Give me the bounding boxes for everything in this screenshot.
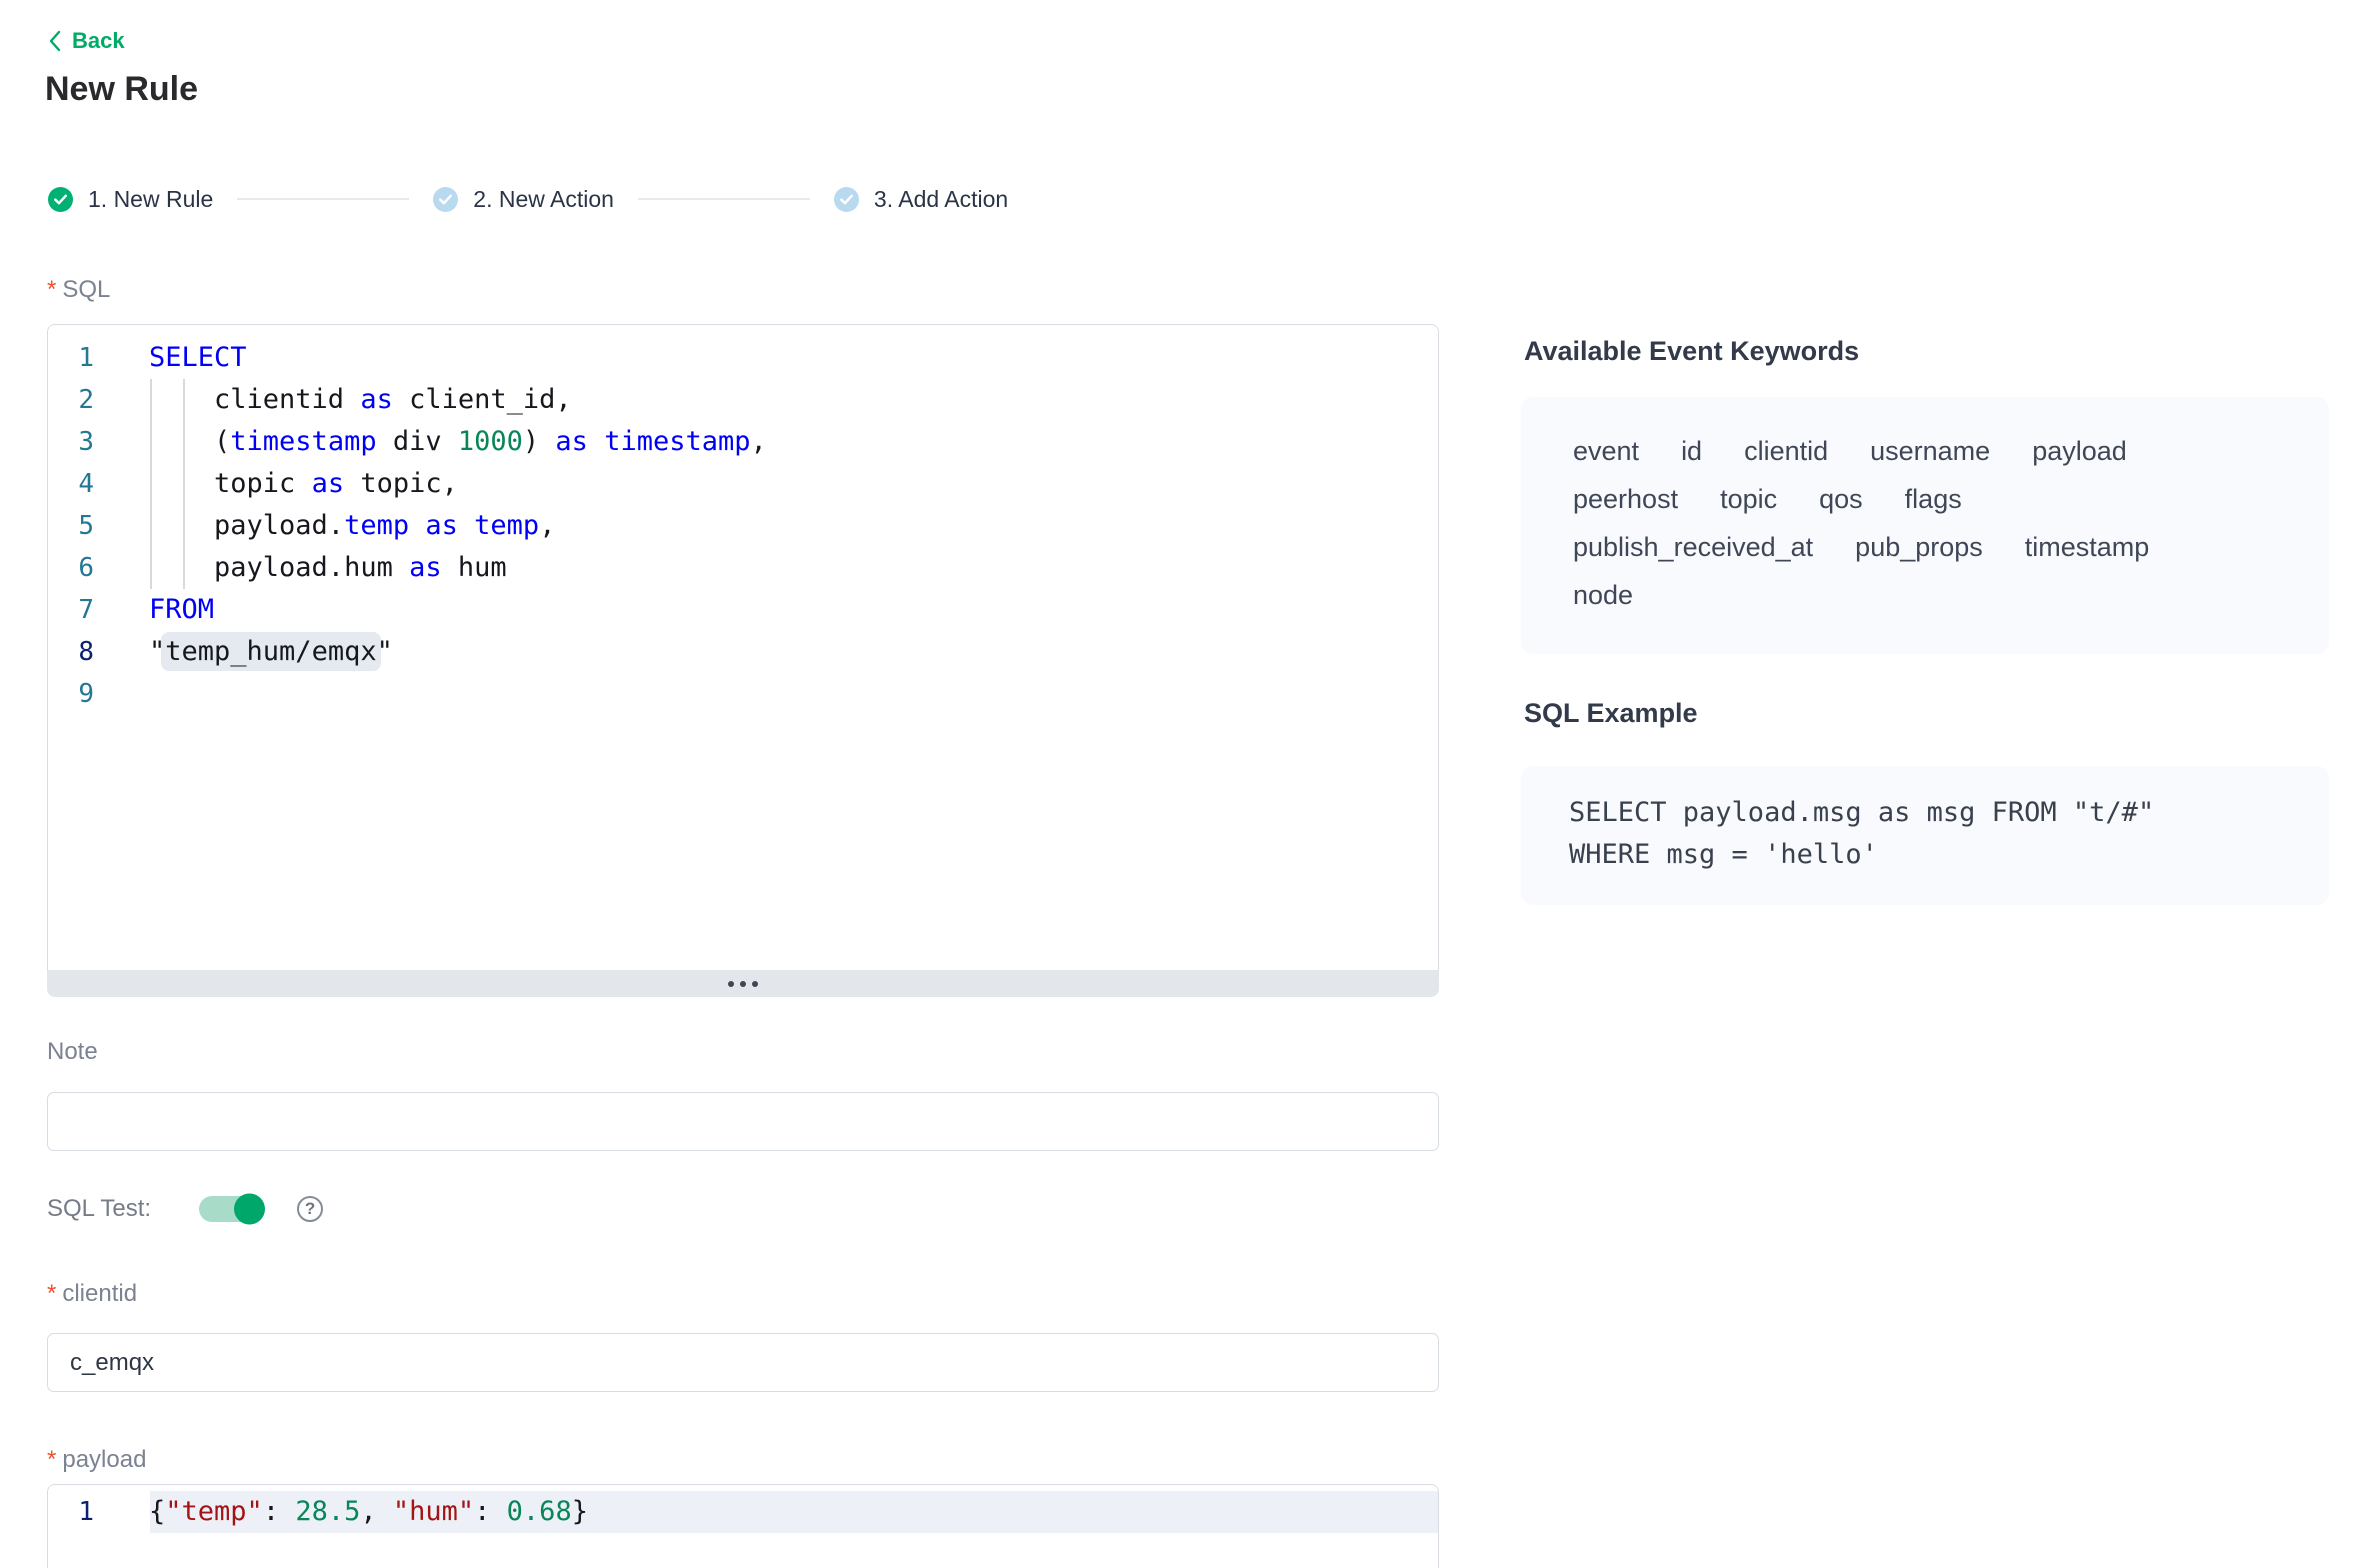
clientid-input[interactable]: c_emqx	[47, 1333, 1439, 1392]
step-label: 3. Add Action	[874, 186, 1008, 213]
event-keyword: pub_props	[1855, 523, 1983, 571]
sql-test-row: SQL Test: ?	[47, 1192, 323, 1226]
event-keyword: flags	[1905, 475, 1962, 523]
line-number: 1	[48, 337, 94, 379]
event-keyword: payload	[2032, 427, 2127, 475]
sql-example-line: WHERE msg = 'hello'	[1569, 834, 2289, 876]
required-mark: *	[47, 1446, 56, 1473]
chevron-left-icon	[47, 29, 62, 53]
help-icon[interactable]: ?	[297, 1196, 323, 1222]
step-item[interactable]: 2. New Action	[433, 186, 614, 213]
code-text: SELECT	[149, 337, 247, 379]
sql-example-title: SQL Example	[1524, 698, 1698, 729]
note-field-label: Note	[47, 1038, 98, 1066]
required-mark: *	[47, 1280, 56, 1307]
event-keyword: peerhost	[1573, 475, 1678, 523]
line-number: 8	[48, 631, 94, 673]
code-text: "temp_hum/emqx"	[149, 631, 393, 673]
line-number: 2	[48, 379, 94, 421]
required-mark: *	[47, 276, 56, 303]
line-number: 3	[48, 421, 94, 463]
code-text: FROM	[149, 589, 214, 631]
step-check-icon	[433, 187, 458, 212]
editor-resize-handle[interactable]	[47, 970, 1439, 997]
line-number: 5	[48, 505, 94, 547]
event-keyword: qos	[1819, 475, 1863, 523]
line-number: 7	[48, 589, 94, 631]
event-keyword: publish_received_at	[1573, 523, 1813, 571]
line-number: 1	[48, 1491, 94, 1533]
drag-dots-icon	[740, 981, 746, 987]
event-keyword: topic	[1720, 475, 1777, 523]
keywords-panel-title: Available Event Keywords	[1524, 336, 1859, 367]
event-keyword: clientid	[1744, 427, 1828, 475]
line-number: 4	[48, 463, 94, 505]
keyword-row: node	[1573, 571, 2289, 619]
note-input[interactable]	[47, 1092, 1439, 1151]
step-label: 2. New Action	[473, 186, 614, 213]
code-line: 8 "temp_hum/emqx"	[48, 631, 1438, 673]
code-text: (timestamp div 1000) as timestamp,	[149, 421, 767, 463]
drag-dots-icon	[728, 981, 734, 987]
step-label: 1. New Rule	[88, 186, 213, 213]
steps-bar: 1. New Rule 2. New Action 3. Add Action	[48, 184, 1008, 214]
payload-field-label: *payload	[47, 1446, 146, 1474]
code-line: 1 {"temp": 28.5, "hum": 0.68}	[48, 1491, 1438, 1533]
step-item[interactable]: 1. New Rule	[48, 186, 213, 213]
new-rule-page: Back New Rule 1. New Rule 2. New Action 3.…	[0, 0, 2356, 1568]
step-connector	[237, 198, 409, 200]
step-connector	[638, 198, 810, 200]
payload-code-area[interactable]: 1 {"temp": 28.5, "hum": 0.68}	[47, 1484, 1439, 1568]
code-line: 4 topic as topic,	[48, 463, 1438, 505]
code-text: payload.temp as temp,	[149, 505, 555, 547]
code-line: 3 (timestamp div 1000) as timestamp,	[48, 421, 1438, 463]
code-line: 1 SELECT	[48, 337, 1438, 379]
event-keyword: id	[1681, 427, 1702, 475]
code-line: 5 payload.temp as temp,	[48, 505, 1438, 547]
keyword-row: publish_received_at pub_props timestamp	[1573, 523, 2289, 571]
code-text: {"temp": 28.5, "hum": 0.68}	[149, 1491, 588, 1533]
code-text: payload.hum as hum	[149, 547, 507, 589]
keyword-row: peerhost topic qos flags	[1573, 475, 2289, 523]
sql-example-panel: SELECT payload.msg as msg FROM "t/#"WHER…	[1521, 766, 2329, 905]
sql-editor[interactable]: 1SELECT2 clientid as client_id,3 (timest…	[47, 324, 1439, 997]
event-keyword: node	[1573, 571, 1633, 619]
sql-code-area[interactable]: 1SELECT2 clientid as client_id,3 (timest…	[47, 324, 1439, 970]
code-line: 7 FROM	[48, 589, 1438, 631]
code-text: topic as topic,	[149, 463, 458, 505]
code-line: 9	[48, 673, 1438, 715]
sql-test-label: SQL Test:	[47, 1195, 151, 1223]
back-link[interactable]: Back	[47, 28, 125, 54]
step-item[interactable]: 3. Add Action	[834, 186, 1008, 213]
code-line: 2 clientid as client_id,	[48, 379, 1438, 421]
sql-test-toggle[interactable]	[199, 1196, 263, 1222]
step-check-icon	[48, 187, 73, 212]
event-keyword: username	[1870, 427, 1990, 475]
payload-editor[interactable]: 1 {"temp": 28.5, "hum": 0.68}	[47, 1484, 1439, 1568]
code-text: clientid as client_id,	[149, 379, 572, 421]
code-line: 6 payload.hum as hum	[48, 547, 1438, 589]
sql-field-label: *SQL	[47, 276, 110, 304]
sql-example-line: SELECT payload.msg as msg FROM "t/#"	[1569, 792, 2289, 834]
keywords-panel: eventid clientid username payload peerhost to…	[1521, 397, 2329, 654]
keyword-row: eventid clientid username payload	[1573, 427, 2289, 475]
drag-dots-icon	[752, 981, 758, 987]
back-label: Back	[72, 28, 125, 54]
event-keyword: timestamp	[2025, 523, 2150, 571]
toggle-knob-icon	[234, 1194, 265, 1225]
step-check-icon	[834, 187, 859, 212]
event-keyword: event	[1573, 427, 1639, 475]
line-number: 9	[48, 673, 94, 715]
page-title: New Rule	[45, 70, 198, 109]
line-number: 6	[48, 547, 94, 589]
clientid-field-label: *clientid	[47, 1280, 137, 1308]
